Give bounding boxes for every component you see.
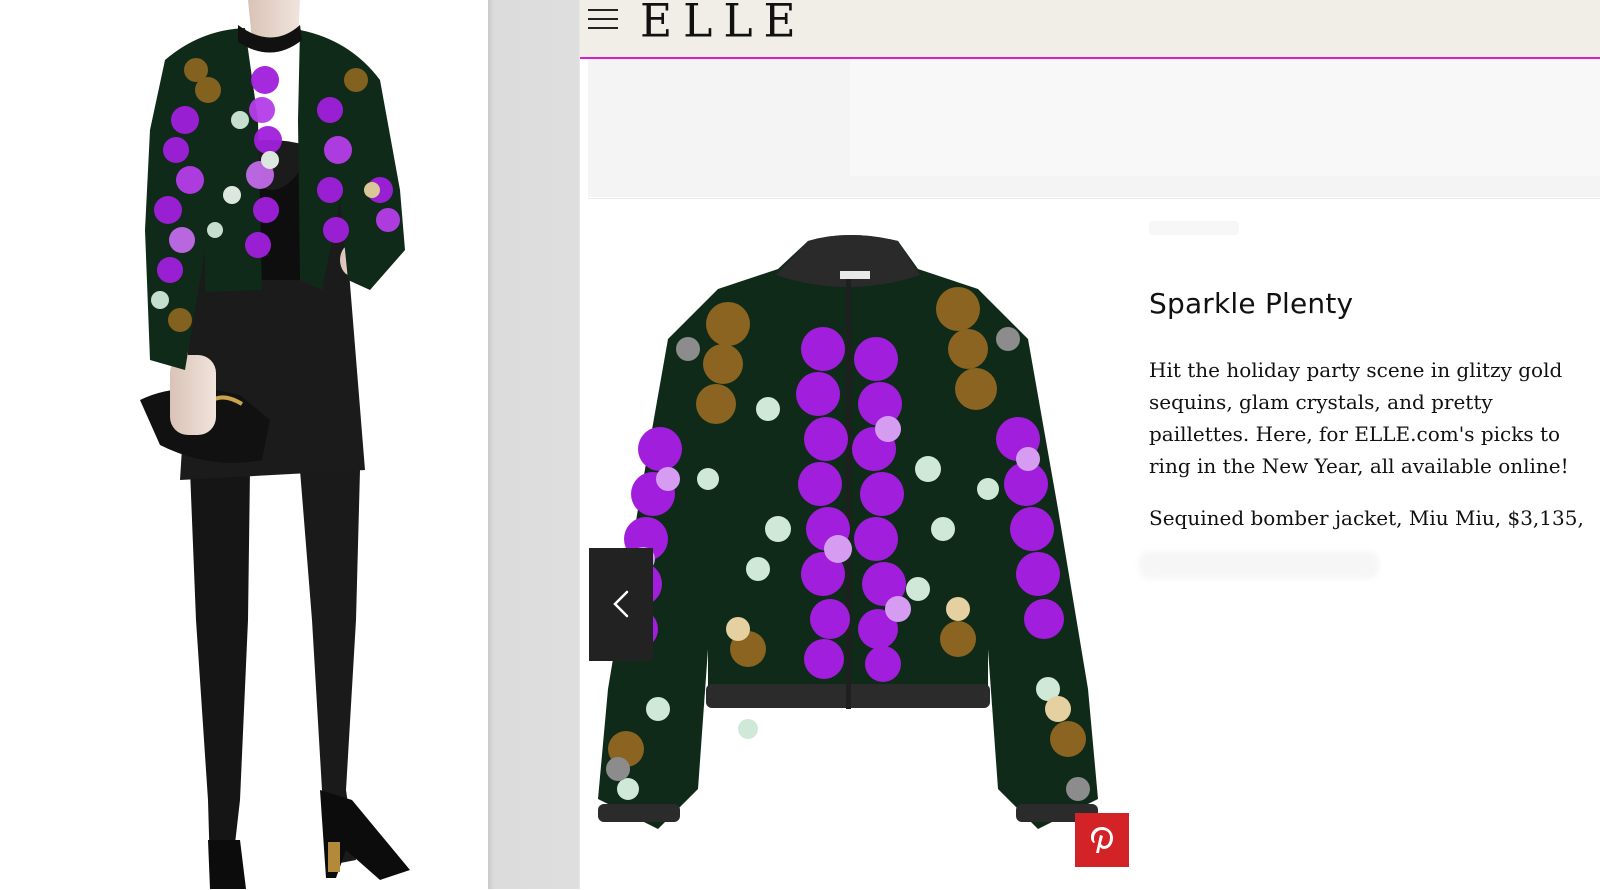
pinterest-icon (1091, 827, 1113, 853)
slide-counter-placeholder (1149, 221, 1239, 235)
prev-slide-button[interactable] (589, 548, 653, 661)
model-illustration (140, 0, 410, 889)
pinterest-save-button[interactable] (1075, 813, 1129, 867)
site-header: ELLE (580, 0, 1600, 59)
gallery-slide: Sparkle Plenty Hit the holiday party sce… (588, 198, 1600, 890)
model-photo (0, 0, 488, 889)
elle-site: ELLE Sparkle Plenty Hit the holiday part… (580, 0, 1600, 890)
slide-description: Hit the holiday party scene in glitzy go… (1149, 358, 1569, 478)
product-credit: Sequined bomber jacket, Miu Miu, $3,135, (1149, 506, 1584, 530)
elle-logo[interactable]: ELLE (640, 0, 807, 48)
chevron-left-icon (613, 590, 629, 618)
hamburger-menu-icon[interactable] (586, 4, 620, 34)
ad-banner-inner (850, 59, 1600, 176)
ad-banner (588, 59, 1600, 197)
shop-link-placeholder[interactable] (1139, 551, 1379, 579)
slide-title: Sparkle Plenty (1149, 287, 1354, 320)
page-gutter (488, 0, 580, 889)
jacket-product-image (598, 229, 1098, 849)
